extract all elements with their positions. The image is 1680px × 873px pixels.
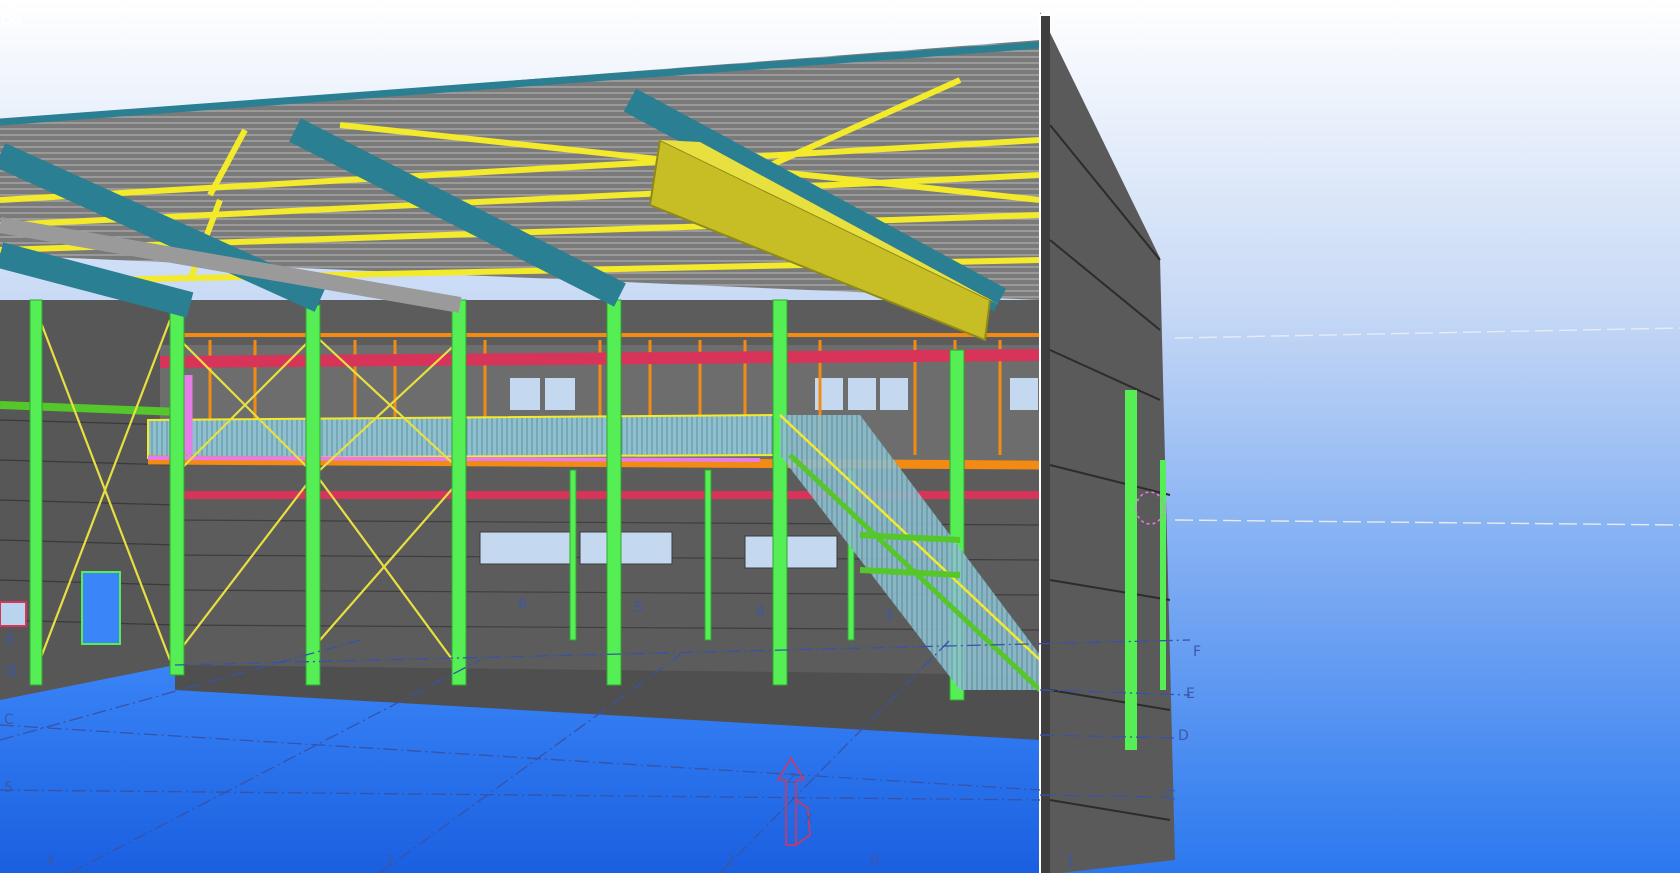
grid-label-left-C: C: [4, 712, 14, 728]
scissors-cursor-icon: [1, 1, 21, 25]
axis-label-z: Z: [787, 772, 796, 787]
grid-label-left-5: 5: [4, 780, 13, 796]
axis-label-x: X: [804, 812, 813, 827]
grid-label-bottom-2: 2: [726, 853, 735, 869]
grid-label-bottom-3: 3: [385, 853, 394, 869]
grid-label-left-D: D: [6, 664, 17, 680]
grid-label-right-F: F: [1193, 644, 1202, 660]
grid-label-left-E: E: [6, 632, 15, 648]
grid-label-inner-6: 6: [518, 596, 527, 612]
right-wall-column-2: [1160, 460, 1166, 690]
grid-label-inner-3: 3: [884, 608, 893, 624]
left-door: [81, 571, 121, 645]
left-window: [0, 601, 27, 627]
grid-label-right-D: D: [1178, 728, 1189, 744]
right-wall-column: [1125, 390, 1137, 750]
grid-label-inner-4: 4: [756, 604, 765, 620]
grid-label-right-E: E: [1186, 686, 1195, 702]
grid-label-inner-5: 5: [634, 600, 643, 616]
grid-label-near-1: 1: [1066, 853, 1075, 869]
grid-label-right-C: C: [1166, 788, 1176, 804]
model-viewport[interactable]: F E D C E D C 5 4 3 2 B 6 5 4 3 1 Z X: [0, 0, 1680, 873]
model-canvas[interactable]: [0, 0, 1680, 873]
grid-label-bottom-4: 4: [46, 853, 55, 869]
right-end-wall-face: [1040, 15, 1050, 873]
grid-label-bottom-B: B: [870, 853, 880, 869]
